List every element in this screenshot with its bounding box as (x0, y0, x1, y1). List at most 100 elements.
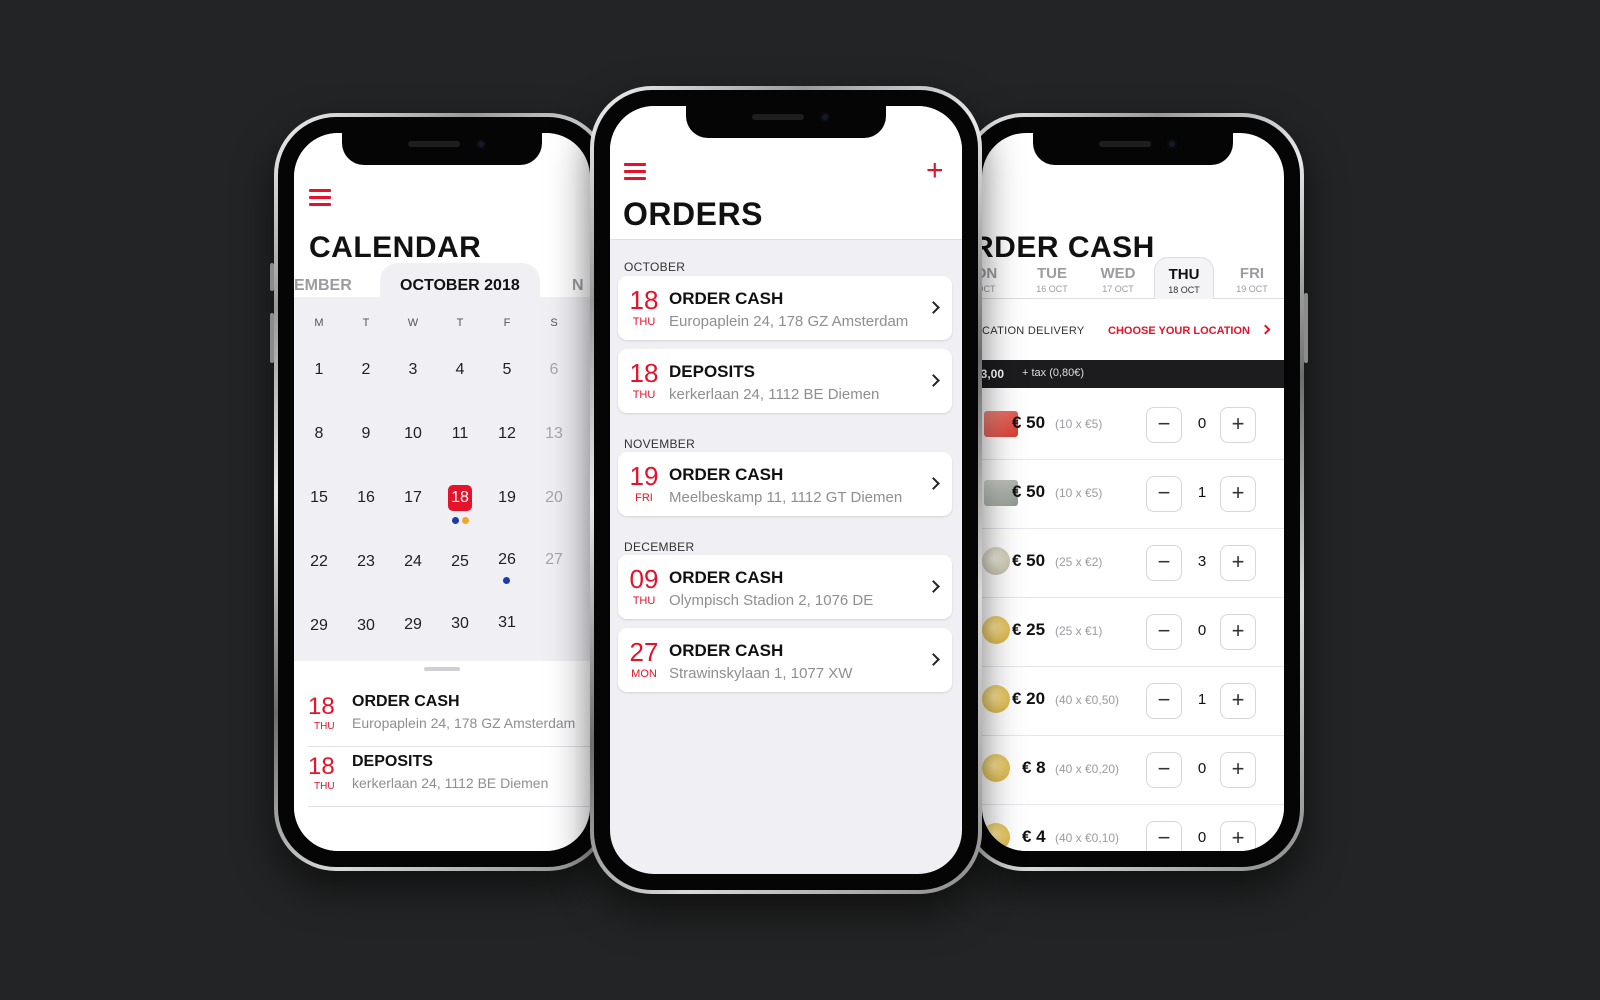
calendar-day[interactable]: 3 (398, 357, 428, 383)
denomination-amount: € 4 (1022, 827, 1046, 846)
calendar-day[interactable]: 31 (492, 610, 522, 636)
calendar-day[interactable]: 30 (351, 613, 381, 639)
calendar-day[interactable]: 16 (351, 485, 381, 511)
tab-day-date: 16 OCT (1036, 284, 1068, 294)
calendar-day[interactable]: 6 (539, 357, 569, 383)
page-title: ORDERS (623, 196, 763, 232)
order-title: ORDER CASH (669, 289, 784, 308)
order-card[interactable]: 09 THU ORDER CASH Olympisch Stadion 2, 1076… (618, 555, 952, 619)
increment-button[interactable]: + (1220, 407, 1256, 443)
increment-button[interactable]: + (1220, 683, 1256, 719)
calendar-day[interactable]: 2 (351, 357, 381, 383)
denomination-row: € 50 (10 x €5) −0 + (982, 391, 1284, 460)
calendar-day[interactable]: 1 (304, 357, 334, 383)
order-title: DEPOSITS (669, 362, 755, 381)
calendar-day[interactable]: 15 (304, 485, 334, 511)
weekday-label: W (407, 317, 419, 329)
calendar-day[interactable]: 27 (539, 547, 569, 573)
order-card[interactable]: 18 THU DEPOSITS kerkerlaan 24, 1112 BE Diem… (618, 349, 952, 413)
tab-day-date: 19 OCT (1236, 284, 1268, 294)
tab-day-name: ON (982, 265, 998, 282)
chevron-right-icon[interactable] (927, 477, 940, 490)
tab-day[interactable]: WED 17 OCT (1088, 265, 1148, 294)
decrement-button[interactable]: − (1146, 683, 1182, 719)
quantity-value: 0 (1197, 829, 1207, 846)
coin-icon (982, 616, 1010, 644)
chevron-right-icon[interactable] (927, 374, 940, 387)
order-day-number: 27 (629, 637, 659, 667)
tab-day-name: THU (1168, 266, 1200, 283)
quantity-value: 3 (1197, 553, 1207, 570)
calendar-day[interactable]: 13 (539, 421, 569, 447)
decrement-button[interactable]: − (1146, 407, 1182, 443)
tab-day[interactable]: FRI 19 OCT (1222, 265, 1282, 294)
order-card[interactable]: 18 THU ORDER CASH Europaplein 24, 178 GZ Am… (618, 276, 952, 340)
coin-icon (982, 547, 1010, 575)
increment-button[interactable]: + (1220, 752, 1256, 788)
decrement-button[interactable]: − (1146, 545, 1182, 581)
order-card[interactable]: 19 FRI ORDER CASH Meelbeskamp 11, 1112 GT D… (618, 452, 952, 516)
weekday-label: T (456, 317, 464, 329)
event-address: kerkerlaan 24, 1112 BE Diemen (352, 775, 549, 791)
decrement-button[interactable]: − (1146, 752, 1182, 788)
order-address: Europaplein 24, 178 GZ Amsterdam (669, 313, 909, 330)
calendar-day-selected[interactable]: 18 (448, 485, 472, 511)
order-card[interactable]: 27 MON ORDER CASH Strawinskylaan 1, 1077 XW (618, 628, 952, 692)
calendar-day[interactable]: 4 (445, 357, 475, 383)
increment-button[interactable]: + (1220, 614, 1256, 650)
decrement-button[interactable]: − (1146, 614, 1182, 650)
event-title: DEPOSITS (352, 753, 433, 770)
phone-bezel: + ORDERS OCTOBER 18 THU ORDER CASH Europaple… (594, 90, 978, 890)
decrement-button[interactable]: − (1146, 476, 1182, 512)
tab-prev-month[interactable]: EMBER (294, 277, 352, 295)
tab-day-name: WED (1100, 265, 1136, 282)
increment-button[interactable]: + (1220, 476, 1256, 512)
menu-icon[interactable] (624, 163, 646, 181)
calendar-day[interactable]: 9 (351, 421, 381, 447)
sheet-grabber[interactable] (424, 667, 460, 671)
phone-calendar: CALENDAR EMBER OCTOBER 2018 N M T W T F … (270, 113, 610, 871)
calendar-day[interactable]: 29 (398, 612, 428, 638)
quantity-value: 1 (1197, 484, 1207, 501)
tab-day-selected[interactable]: THU 18 OCT (1154, 257, 1214, 299)
plus-icon[interactable]: + (926, 156, 944, 186)
increment-button[interactable]: + (1220, 821, 1256, 851)
calendar-day[interactable]: 26 (492, 547, 522, 573)
quantity-value: 0 (1197, 622, 1207, 639)
chevron-right-icon[interactable] (1260, 324, 1271, 335)
calendar-day[interactable]: 19 (492, 485, 522, 511)
phone-side-button (1304, 293, 1308, 363)
chevron-right-icon[interactable] (927, 580, 940, 593)
calendar-day[interactable]: 25 (445, 549, 475, 575)
increment-button[interactable]: + (1220, 545, 1256, 581)
calendar-day[interactable]: 24 (398, 549, 428, 575)
chevron-right-icon[interactable] (927, 301, 940, 314)
calendar-day[interactable]: 11 (445, 421, 475, 447)
calendar-day[interactable]: 30 (445, 611, 475, 637)
denomination-amount: € 25 (1012, 620, 1046, 639)
chevron-right-icon[interactable] (927, 653, 940, 666)
calendar-day[interactable]: 5 (492, 357, 522, 383)
calendar-day[interactable]: 17 (398, 485, 428, 511)
tab-current-month[interactable]: OCTOBER 2018 (380, 263, 540, 307)
calendar-day[interactable]: 20 (539, 485, 569, 511)
denomination-detail: (25 x €2) (1055, 555, 1103, 569)
calendar-day[interactable]: 12 (492, 421, 522, 447)
calendar-day[interactable]: 10 (398, 421, 428, 447)
calendar-day[interactable]: 29 (304, 613, 334, 639)
tab-day[interactable]: ON OCT (982, 265, 1016, 294)
tab-day[interactable]: TUE 16 OCT (1022, 265, 1082, 294)
tab-next-month[interactable]: N (572, 277, 584, 295)
choose-location-link[interactable]: CHOOSE YOUR LOCATION (1108, 325, 1250, 337)
calendar-day[interactable]: 23 (351, 549, 381, 575)
calendar-day[interactable]: 8 (304, 421, 334, 447)
calendar-day[interactable]: 22 (304, 549, 334, 575)
decrement-button[interactable]: − (1146, 821, 1182, 851)
tab-day-name: FRI (1239, 265, 1265, 282)
menu-icon[interactable] (309, 189, 331, 207)
event-weekday: THU (314, 781, 335, 792)
event-item[interactable]: 18 THU DEPOSITS kerkerlaan 24, 1112 BE D… (308, 749, 590, 807)
quantity-value: 0 (1197, 415, 1207, 432)
order-address: Olympisch Stadion 2, 1076 DE (669, 592, 874, 609)
event-item[interactable]: 18 THU ORDER CASH Europaplein 24, 178 GZ… (308, 689, 590, 747)
